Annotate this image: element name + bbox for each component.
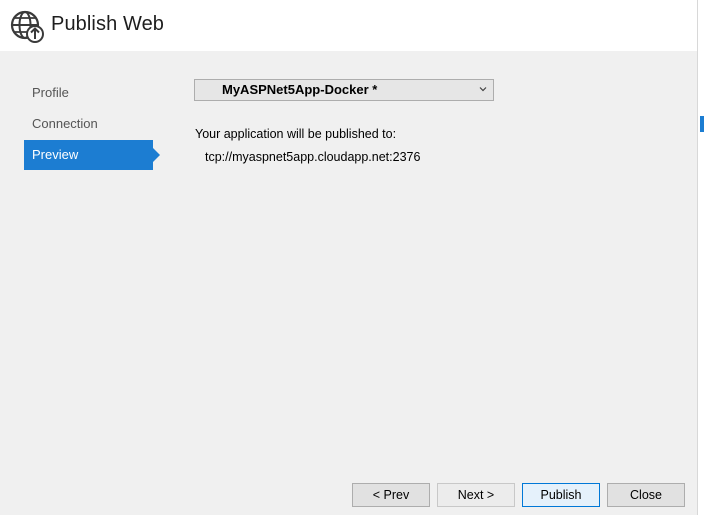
close-button[interactable]: Close	[607, 483, 685, 507]
publish-button[interactable]: Publish	[522, 483, 600, 507]
background-accent	[700, 116, 704, 132]
nav-item-label: Preview	[32, 147, 79, 162]
profile-dropdown[interactable]: MyASPNet5App-Docker *	[194, 79, 494, 101]
nav-item-label: Profile	[32, 85, 69, 100]
publish-destination-label: Your application will be published to:	[195, 127, 397, 141]
dialog-title: Publish Web	[51, 13, 165, 35]
chevron-down-icon	[479, 87, 487, 92]
nav-item-profile[interactable]: Profile	[24, 78, 145, 108]
prev-button[interactable]: < Prev	[352, 483, 430, 507]
title-bar: Publish Web	[0, 0, 697, 51]
profile-dropdown-value: MyASPNet5App-Docker *	[222, 82, 378, 97]
background-window-edge	[697, 0, 704, 515]
publish-destination-url: tcp://myaspnet5app.cloudapp.net:2376	[205, 150, 421, 164]
nav-item-preview[interactable]: Preview	[24, 140, 160, 170]
nav-item-label: Connection	[32, 116, 98, 131]
publish-web-dialog: Publish Web Profile Connection Preview M…	[0, 0, 697, 515]
nav-item-connection[interactable]: Connection	[24, 109, 145, 139]
next-button[interactable]: Next >	[437, 483, 515, 507]
wizard-nav: Profile Connection Preview	[24, 78, 160, 171]
globe-upload-icon	[10, 10, 44, 43]
